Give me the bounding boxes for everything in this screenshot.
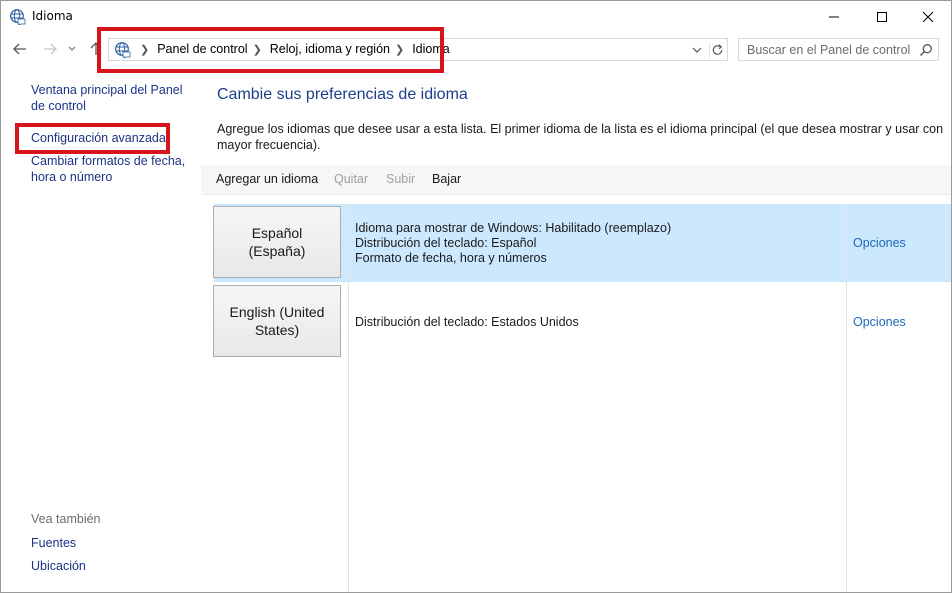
address-bar[interactable]: ❯ Panel de control ❯ Reloj, idioma y reg… bbox=[108, 38, 728, 61]
recent-locations-button[interactable] bbox=[65, 40, 79, 58]
search-icon[interactable] bbox=[919, 43, 933, 57]
breadcrumb: ❯ Panel de control ❯ Reloj, idioma y reg… bbox=[135, 42, 450, 56]
back-button[interactable] bbox=[11, 40, 29, 58]
page-description: Agregue los idiomas que desee usar a est… bbox=[217, 122, 944, 152]
arrow-up-icon bbox=[90, 42, 102, 55]
main-content: Cambie sus preferencias de idioma Agregu… bbox=[201, 67, 951, 592]
language-window: Idioma ❯ Panel de control ❯ Reloj, idiom… bbox=[0, 0, 952, 593]
breadcrumb-panel-de-control[interactable]: Panel de control bbox=[157, 42, 247, 56]
maximize-button[interactable] bbox=[859, 1, 905, 32]
language-globe-icon bbox=[115, 42, 131, 58]
forward-button[interactable] bbox=[41, 40, 59, 58]
search-placeholder: Buscar en el Panel de control bbox=[747, 43, 911, 57]
search-box[interactable]: Buscar en el Panel de control bbox=[738, 38, 939, 61]
options-link-english[interactable]: Opciones bbox=[853, 315, 906, 329]
sidebar-link-location[interactable]: Ubicación bbox=[31, 559, 196, 575]
chevron-right-icon[interactable]: ❯ bbox=[395, 43, 404, 56]
language-details: Idioma para mostrar de Windows: Habilita… bbox=[355, 221, 671, 266]
language-detail-keyboard: Distribución del teclado: Español bbox=[355, 236, 537, 250]
chevron-right-icon[interactable]: ❯ bbox=[140, 43, 149, 56]
breadcrumb-idioma[interactable]: Idioma bbox=[412, 42, 450, 56]
language-toolbar: Agregar un idioma Quitar Subir Bajar bbox=[201, 165, 951, 195]
arrow-right-icon bbox=[44, 43, 57, 55]
sidebar-link-control-panel-home[interactable]: Ventana principal del Panel de control bbox=[31, 83, 196, 114]
close-button[interactable] bbox=[905, 1, 951, 32]
column-divider bbox=[846, 204, 847, 592]
language-row-spanish[interactable]: Español (España) Idioma para mostrar de … bbox=[213, 204, 951, 282]
language-detail-format: Formato de fecha, hora y números bbox=[355, 251, 547, 265]
sidebar-link-advanced-settings[interactable]: Configuración avanzada bbox=[31, 131, 196, 147]
add-language-button[interactable]: Agregar un idioma bbox=[216, 172, 318, 186]
navigation-bar: ❯ Panel de control ❯ Reloj, idioma y reg… bbox=[1, 32, 951, 67]
language-button-spanish[interactable]: Español (España) bbox=[213, 206, 341, 278]
up-button[interactable] bbox=[87, 40, 105, 58]
close-icon bbox=[923, 11, 933, 22]
title-bar: Idioma bbox=[1, 1, 951, 32]
arrow-left-icon bbox=[13, 43, 26, 55]
language-detail-display: Idioma para mostrar de Windows: Habilita… bbox=[355, 221, 672, 235]
minimize-button[interactable] bbox=[811, 1, 857, 32]
sidebar-link-change-formats[interactable]: Cambiar formatos de fecha, hora o número bbox=[31, 154, 191, 185]
language-button-english[interactable]: English (United States) bbox=[213, 285, 341, 357]
page-title: Cambie sus preferencias de idioma bbox=[217, 86, 468, 103]
chevron-down-icon bbox=[68, 46, 76, 51]
language-row-english[interactable]: English (United States) Distribución del… bbox=[213, 283, 951, 361]
maximize-icon bbox=[877, 11, 887, 22]
language-globe-icon bbox=[10, 9, 26, 25]
sidebar-link-fonts[interactable]: Fuentes bbox=[31, 536, 196, 552]
window-title: Idioma bbox=[32, 9, 73, 23]
language-list: Español (España) Idioma para mostrar de … bbox=[213, 204, 951, 592]
language-detail-keyboard: Distribución del teclado: Estados Unidos bbox=[355, 315, 579, 329]
options-link-spanish[interactable]: Opciones bbox=[853, 236, 906, 250]
language-details: Distribución del teclado: Estados Unidos bbox=[355, 315, 579, 330]
left-pane: Ventana principal del Panel de control C… bbox=[1, 67, 201, 592]
column-divider bbox=[348, 204, 349, 592]
breadcrumb-reloj-idioma-region[interactable]: Reloj, idioma y región bbox=[270, 42, 390, 56]
chevron-right-icon[interactable]: ❯ bbox=[253, 43, 262, 56]
remove-button[interactable]: Quitar bbox=[334, 172, 368, 186]
move-up-button[interactable]: Subir bbox=[386, 172, 415, 186]
move-down-button[interactable]: Bajar bbox=[432, 172, 461, 186]
minimize-icon bbox=[829, 16, 839, 17]
see-also-heading: Vea también bbox=[31, 512, 101, 526]
chevron-down-icon[interactable] bbox=[690, 43, 704, 57]
refresh-icon[interactable] bbox=[709, 42, 725, 58]
